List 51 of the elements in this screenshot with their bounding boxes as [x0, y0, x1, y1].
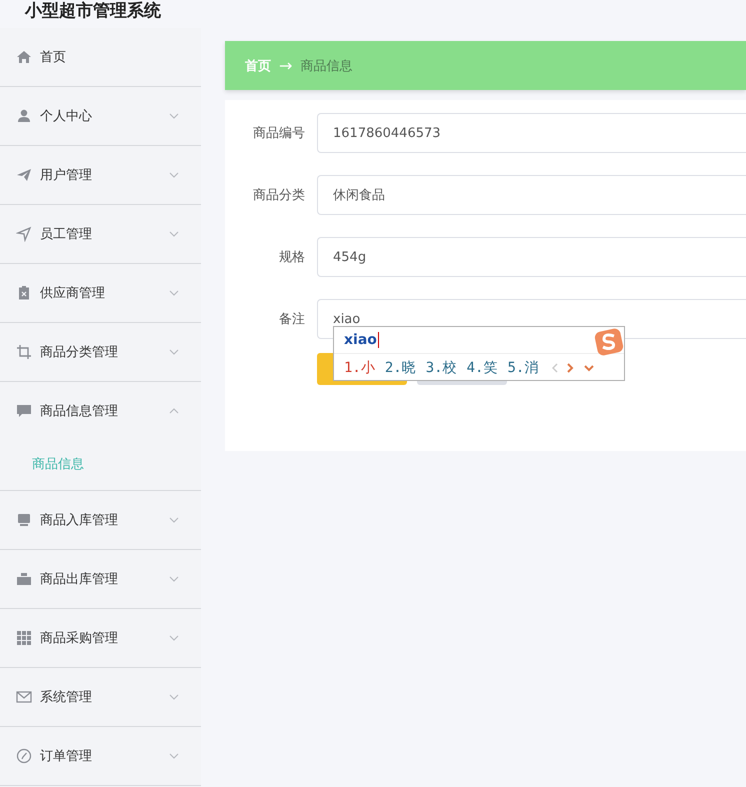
sidebar-item[interactable]: 商品分类管理: [0, 323, 201, 381]
chevron-icon: [169, 231, 179, 237]
input-field[interactable]: 休闲食品: [317, 175, 746, 215]
sidebar-item[interactable]: 商品采购管理: [0, 609, 201, 667]
sidebar-item[interactable]: 员工管理: [0, 205, 201, 263]
ime-candidate[interactable]: 1.小: [344, 358, 375, 376]
input-field[interactable]: 1617860446573: [317, 113, 746, 153]
sidebar-item[interactable]: 系统管理: [0, 668, 201, 726]
field-label: 备注: [278, 311, 306, 328]
sidebar-item[interactable]: 商品出库管理: [0, 550, 201, 608]
sidebar-item[interactable]: 用户管理: [0, 146, 201, 204]
chevron-icon: [169, 576, 179, 582]
sidebar-item[interactable]: 商品信息管理: [0, 382, 201, 440]
chevron-icon: [169, 753, 179, 759]
chevron-icon: [169, 635, 179, 641]
chevron-icon: [169, 290, 179, 296]
ime-candidate[interactable]: 4.笑: [466, 358, 498, 376]
ime-composition: xiao: [344, 332, 379, 348]
chat-icon: [16, 403, 32, 419]
home-icon: [16, 49, 32, 65]
breadcrumb-item: 商品信息: [300, 58, 352, 74]
chevron-icon: [169, 408, 179, 414]
chevron-icon: [169, 172, 179, 178]
sidebar-item[interactable]: 个人中心: [0, 87, 201, 145]
sidebar-item[interactable]: 订单管理: [0, 727, 201, 785]
ime-candidate[interactable]: 3.校: [426, 358, 457, 376]
chevron-icon: [169, 517, 179, 523]
chevron-icon: [169, 349, 179, 355]
field-label: 商品分类: [252, 187, 306, 204]
breadcrumb-separator: →: [279, 56, 292, 75]
sidebar-item[interactable]: 供应商管理: [0, 264, 201, 322]
sidebar-item[interactable]: 商品入库管理: [0, 491, 201, 549]
sidebar-item[interactable]: 首页: [0, 28, 201, 86]
app-title: 小型超市管理系统: [25, 0, 161, 22]
grid-icon: [16, 630, 32, 646]
chevron-icon: [169, 694, 179, 700]
navigation-icon: [16, 226, 32, 242]
field-label: 商品编号: [252, 125, 306, 142]
user-icon: [16, 108, 32, 124]
ime-candidate[interactable]: 5.消: [507, 358, 538, 376]
crop-icon: [16, 344, 32, 360]
briefcase-icon: [16, 571, 32, 587]
monitor-icon: [16, 512, 32, 528]
clipboard-icon: [16, 285, 32, 301]
mail-icon: [16, 689, 32, 705]
paper-plane-icon: [16, 167, 32, 183]
chevron-icon: [169, 113, 179, 119]
field-label: 规格: [278, 249, 306, 266]
ime-candidate[interactable]: 2.晓: [384, 358, 416, 376]
compass-icon: [16, 748, 32, 764]
input-field[interactable]: 454g: [317, 237, 746, 277]
